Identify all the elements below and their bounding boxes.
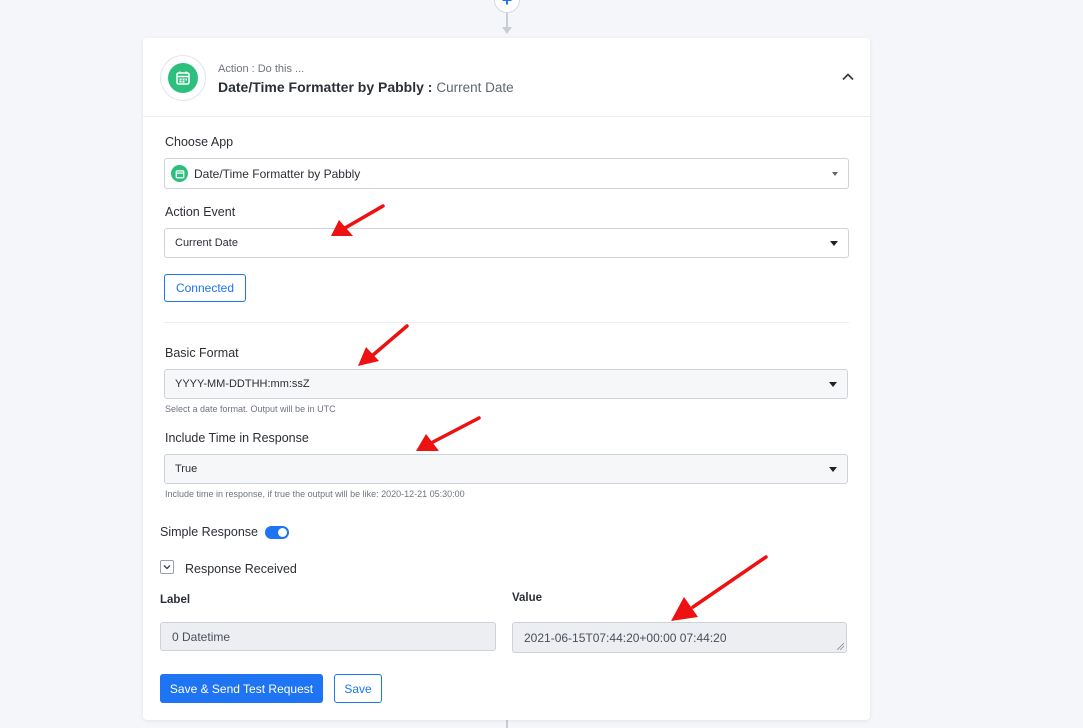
basic-format-value: YYYY-MM-DDTHH:mm:ssZ [175, 378, 310, 390]
include-time-hint: Include time in response, if true the ou… [165, 489, 465, 499]
include-time-value: True [175, 463, 198, 475]
connector-line-bottom [506, 720, 508, 728]
include-time-label: Include Time in Response [165, 431, 309, 445]
chevron-up-icon[interactable] [841, 70, 855, 84]
value-column-header: Value [512, 592, 543, 604]
response-value-text: 2021-06-15T07:44:20+00:00 07:44:20 [524, 630, 727, 645]
basic-format-hint: Select a date format. Output will be in … [165, 404, 336, 414]
choose-app-value: Date/Time Formatter by Pabbly [194, 166, 361, 181]
step-title: Date/Time Formatter by Pabbly : Current … [218, 79, 514, 95]
red-arrow-annotation [358, 324, 409, 366]
response-expand-toggle[interactable] [160, 560, 174, 574]
toggle-knob [278, 528, 287, 537]
response-label-field[interactable]: 0 Datetime [160, 622, 496, 651]
label-column-header: Label [160, 594, 191, 606]
section-divider [164, 322, 849, 323]
calendar-icon [176, 71, 190, 85]
choose-app-select[interactable]: Date/Time Formatter by Pabbly [164, 158, 849, 189]
choose-app-label: Choose App [165, 135, 234, 149]
action-event-label: Action Event [165, 205, 236, 219]
connected-button[interactable]: Connected [164, 274, 246, 302]
include-time-select[interactable]: True [164, 454, 848, 484]
card-header[interactable]: Action : Do this ... Date/Time Formatter… [143, 38, 870, 117]
dropdown-caret-icon [829, 382, 837, 387]
action-event-select[interactable]: Current Date [164, 228, 849, 258]
mini-app-logo [171, 165, 188, 182]
red-arrow-annotation [416, 416, 481, 451]
step-subtitle: Action : Do this ... [218, 63, 305, 75]
save-button[interactable]: Save [334, 674, 382, 703]
save-send-test-button[interactable]: Save & Send Test Request [160, 674, 323, 703]
red-arrow-annotation [671, 555, 768, 621]
basic-format-select[interactable]: YYYY-MM-DDTHH:mm:ssZ [164, 369, 848, 399]
simple-response-toggle[interactable] [265, 526, 289, 539]
dropdown-caret-icon [830, 241, 838, 246]
app-logo [160, 55, 206, 101]
basic-format-label: Basic Format [165, 346, 239, 360]
calendar-icon [175, 169, 184, 178]
dropdown-caret-icon [832, 171, 838, 176]
step-app-name: Date/Time Formatter by Pabbly : [218, 79, 433, 95]
action-event-value: Current Date [175, 237, 238, 249]
add-step-plus-icon[interactable]: + [494, 0, 520, 13]
response-received-label: Response Received [185, 562, 297, 576]
chevron-down-icon [163, 565, 171, 570]
red-arrow-annotation [331, 204, 385, 236]
dropdown-caret-icon [829, 467, 837, 472]
arrow-down-icon [502, 27, 512, 34]
resize-grip-icon[interactable] [837, 643, 844, 650]
simple-response-label: Simple Response [160, 525, 258, 539]
step-event-name: Current Date [436, 80, 514, 95]
